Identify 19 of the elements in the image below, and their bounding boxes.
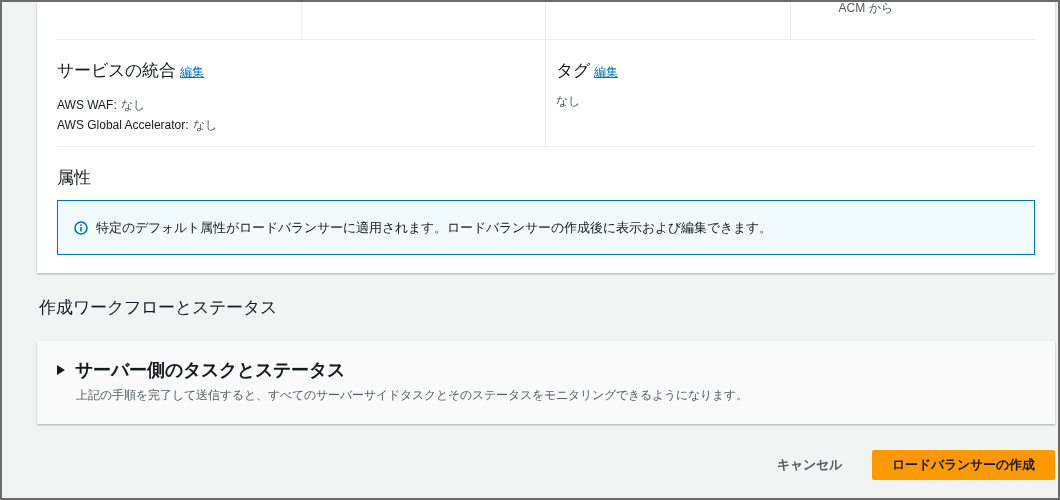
section-title: 属性 bbox=[57, 166, 92, 189]
info-icon bbox=[74, 220, 88, 235]
field-label: AWS WAF: bbox=[57, 96, 117, 114]
create-button[interactable]: ロードバランサーの作成 bbox=[872, 449, 1055, 480]
edit-link[interactable]: 編集 bbox=[594, 63, 618, 81]
expand-toggle[interactable]: サーバー側のタスクとステータス bbox=[57, 356, 1035, 384]
cancel-button[interactable]: キャンセル bbox=[773, 449, 846, 480]
section-title: タグ bbox=[556, 60, 590, 82]
field-value: なし bbox=[556, 92, 581, 110]
caret-icon bbox=[57, 365, 65, 375]
field-value: なし bbox=[192, 116, 217, 134]
field-label: AWS Global Accelerator: bbox=[57, 116, 189, 134]
section-description: 上記の手順を完了して送信すると、すべてのサーバーサイドタスクとそのステータスをモニタリングできるようになります。 bbox=[76, 386, 749, 404]
field-value: なし bbox=[120, 96, 145, 114]
info-text: 特定のデフォルト属性がロードバランサーに適用されます。ロードバランサーの作成後に表示および編集できます。 bbox=[96, 218, 772, 237]
section-title: サービスの統合 bbox=[57, 60, 176, 82]
cell-text: ACM から bbox=[838, 2, 894, 15]
edit-link[interactable]: 編集 bbox=[180, 63, 204, 81]
section-heading: 作成ワークフローとステータス bbox=[39, 297, 278, 319]
